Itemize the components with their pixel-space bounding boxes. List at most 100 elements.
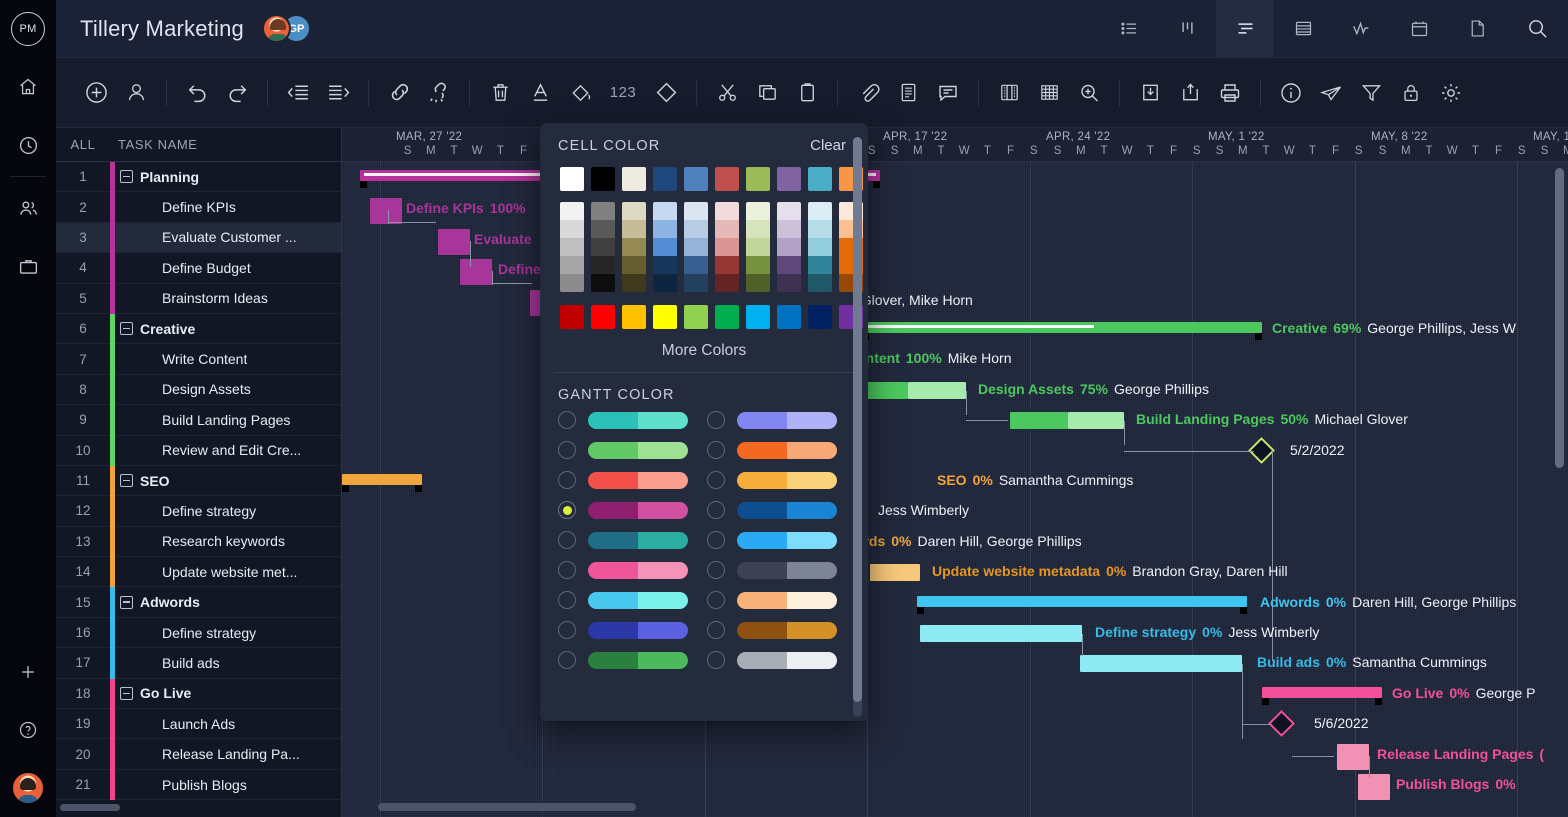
color-swatch[interactable] — [684, 167, 708, 191]
table-row[interactable]: 7Write Content — [56, 344, 341, 374]
gantt-task-bar[interactable] — [438, 229, 470, 255]
color-swatch[interactable] — [653, 238, 677, 256]
tab-workload[interactable] — [1332, 0, 1390, 58]
color-swatch[interactable] — [560, 238, 584, 256]
gantt-task-bar[interactable] — [920, 625, 1082, 642]
task-name-cell[interactable]: Define KPIs — [110, 199, 236, 215]
task-name-cell[interactable]: Release Landing Pa... — [110, 746, 300, 762]
color-swatch[interactable] — [777, 220, 801, 238]
table-row[interactable]: 15Adwords — [56, 587, 341, 617]
radio-icon[interactable] — [558, 531, 576, 549]
tab-board[interactable] — [1158, 0, 1216, 58]
task-name-cell[interactable]: Publish Blogs — [110, 777, 247, 793]
color-swatch[interactable] — [808, 256, 832, 274]
color-swatch[interactable] — [622, 238, 646, 256]
radio-icon[interactable] — [558, 441, 576, 459]
task-name-cell[interactable]: Review and Edit Cre... — [110, 442, 301, 458]
undo-button[interactable] — [177, 58, 217, 128]
collapse-icon[interactable] — [120, 596, 133, 609]
attachment-button[interactable] — [848, 58, 888, 128]
color-swatch[interactable] — [715, 305, 739, 329]
gantt-color-option[interactable] — [707, 501, 856, 519]
color-swatch[interactable] — [684, 256, 708, 274]
radio-icon[interactable] — [707, 531, 725, 549]
table-row[interactable]: 11SEO — [56, 466, 341, 496]
radio-icon[interactable] — [558, 591, 576, 609]
gantt-summary-bar[interactable] — [342, 474, 422, 485]
table-row[interactable]: 18Go Live — [56, 679, 341, 709]
gantt-task-bar[interactable] — [1337, 744, 1369, 770]
color-ramp[interactable] — [591, 202, 615, 292]
task-name-cell[interactable]: Define strategy — [110, 625, 256, 641]
outdent-button[interactable] — [278, 58, 318, 128]
color-swatch[interactable] — [808, 167, 832, 191]
color-swatch[interactable] — [560, 202, 584, 220]
gantt-color-option[interactable] — [707, 591, 856, 609]
gantt-horizontal-scrollbar[interactable] — [378, 803, 636, 811]
clear-color-button[interactable]: Clear — [810, 137, 846, 154]
info-button[interactable] — [1271, 58, 1311, 128]
radio-icon[interactable] — [707, 621, 725, 639]
table-row[interactable]: 13Research keywords — [56, 527, 341, 557]
grid-horizontal-scrollbar[interactable] — [60, 804, 120, 811]
color-swatch[interactable] — [653, 202, 677, 220]
search-button[interactable] — [1506, 0, 1568, 58]
color-swatch[interactable] — [746, 167, 770, 191]
column-header-taskname[interactable]: TASK NAME — [110, 137, 198, 152]
font-color-button[interactable] — [520, 58, 560, 128]
print-button[interactable] — [1210, 58, 1250, 128]
color-swatch[interactable] — [746, 274, 770, 292]
radio-icon[interactable] — [707, 471, 725, 489]
gantt-color-option[interactable] — [558, 591, 707, 609]
color-swatch[interactable] — [560, 167, 584, 191]
rail-item-portfolio[interactable] — [0, 237, 56, 295]
collapse-icon[interactable] — [120, 170, 133, 183]
color-swatch[interactable] — [560, 274, 584, 292]
rail-item-help[interactable] — [0, 701, 56, 759]
gantt-color-option[interactable] — [558, 531, 707, 549]
task-name-cell[interactable]: Go Live — [110, 685, 191, 701]
table-row[interactable]: 5Brainstorm Ideas — [56, 284, 341, 314]
color-swatch[interactable] — [777, 256, 801, 274]
color-swatch[interactable] — [715, 256, 739, 274]
table-row[interactable]: 20Release Landing Pa... — [56, 739, 341, 769]
color-swatch[interactable] — [622, 220, 646, 238]
color-swatch[interactable] — [808, 305, 832, 329]
redo-button[interactable] — [217, 58, 257, 128]
gantt-color-option[interactable] — [707, 411, 856, 429]
color-swatch[interactable] — [591, 256, 615, 274]
table-row[interactable]: 6Creative — [56, 314, 341, 344]
table-row[interactable]: 3Evaluate Customer ... — [56, 223, 341, 253]
color-ramp[interactable] — [715, 202, 739, 292]
color-swatch[interactable] — [622, 256, 646, 274]
gantt-summary-bar[interactable] — [1262, 687, 1382, 698]
gantt-color-option[interactable] — [707, 621, 856, 639]
color-swatch[interactable] — [684, 305, 708, 329]
zoom-button[interactable] — [1069, 58, 1109, 128]
color-swatch[interactable] — [560, 220, 584, 238]
table-row[interactable]: 19Launch Ads — [56, 709, 341, 739]
color-swatch[interactable] — [746, 238, 770, 256]
gantt-color-option[interactable] — [707, 651, 856, 669]
cut-button[interactable] — [707, 58, 747, 128]
panel-scrollbar-thumb[interactable] — [853, 137, 862, 702]
app-logo[interactable]: PM — [0, 0, 56, 58]
rail-item-add[interactable] — [0, 643, 56, 701]
copy-button[interactable] — [747, 58, 787, 128]
color-swatch[interactable] — [715, 202, 739, 220]
unlink-button[interactable] — [419, 58, 459, 128]
radio-icon[interactable] — [707, 501, 725, 519]
task-name-cell[interactable]: Define Budget — [110, 260, 251, 276]
color-swatch[interactable] — [746, 202, 770, 220]
color-swatch[interactable] — [684, 220, 708, 238]
color-swatch[interactable] — [653, 167, 677, 191]
task-name-cell[interactable]: SEO — [110, 473, 170, 489]
gantt-task-bar[interactable] — [870, 564, 920, 581]
radio-icon[interactable] — [558, 471, 576, 489]
gantt-summary-bar[interactable] — [917, 596, 1247, 607]
tab-list[interactable] — [1100, 0, 1158, 58]
task-name-cell[interactable]: Launch Ads — [110, 716, 235, 732]
color-swatch[interactable] — [715, 167, 739, 191]
task-name-cell[interactable]: Brainstorm Ideas — [110, 290, 268, 306]
table-row[interactable]: 2Define KPIs — [56, 192, 341, 222]
